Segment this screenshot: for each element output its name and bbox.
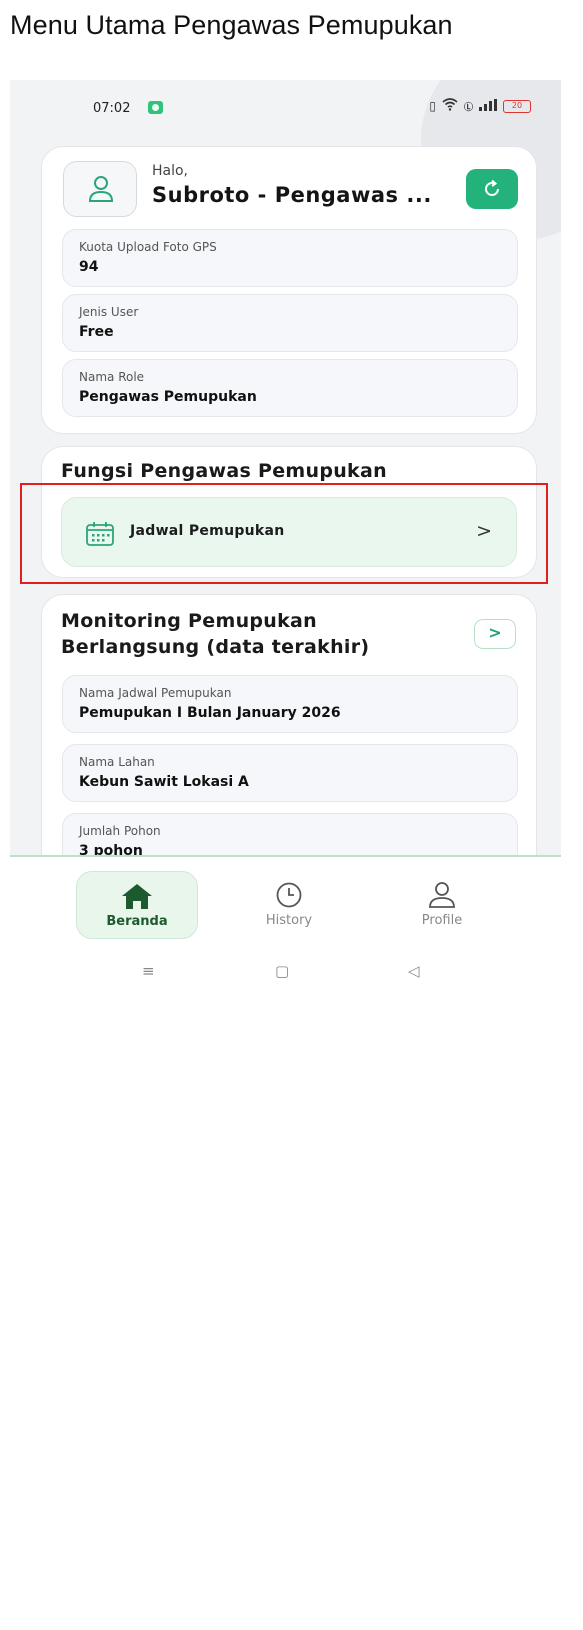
battery-icon: 20 [503, 99, 531, 113]
field-nama-jadwal: Nama Jadwal Pemupukan Pemupukan I Bulan … [62, 675, 518, 733]
status-time: 07:02 [93, 101, 131, 116]
nav-history[interactable]: History [228, 871, 350, 939]
field-value: Pemupukan I Bulan January 2026 [79, 705, 341, 721]
app-notification-icon [148, 101, 163, 114]
wifi-icon [442, 98, 458, 114]
field-nama-lahan: Nama Lahan Kebun Sawit Lokasi A [62, 744, 518, 802]
field-label: Jenis User [79, 305, 139, 319]
nav-profile[interactable]: Profile [381, 871, 503, 939]
back-icon[interactable]: ◁ [408, 962, 420, 980]
person-icon [429, 882, 455, 908]
refresh-button[interactable] [466, 169, 518, 209]
home-square-icon[interactable]: ▢ [275, 962, 289, 980]
field-nama-role: Nama Role Pengawas Pemupukan [62, 359, 518, 417]
nav-label: Profile [421, 913, 463, 928]
highlight-box [20, 483, 548, 584]
greeting-text: Halo, [152, 163, 189, 179]
home-icon [122, 884, 152, 909]
field-kuota: Kuota Upload Foto GPS 94 [62, 229, 518, 287]
volte-icon: Ⓛ [463, 102, 473, 113]
vibrate-icon: ▯ [429, 99, 436, 113]
bottom-navigation: Beranda History Profile ≡ ▢ ◁ [10, 855, 561, 1017]
field-label: Jumlah Pohon [79, 824, 161, 838]
field-label: Nama Role [79, 370, 145, 384]
field-jenis-user: Jenis User Free [62, 294, 518, 352]
monitoring-title-line1: Monitoring Pemupukan [61, 610, 318, 632]
status-bar: 07:02 ▯ Ⓛ 20 [10, 80, 561, 138]
monitoring-title-line2: Berlangsung (data terakhir) [61, 636, 370, 658]
field-label: Nama Lahan [79, 755, 155, 769]
fungsi-title: Fungsi Pengawas Pemupukan [61, 460, 387, 482]
avatar [63, 161, 137, 217]
monitoring-detail-button[interactable]: > [474, 619, 516, 649]
nav-label: History [265, 913, 313, 928]
clock-icon [276, 882, 302, 908]
user-info-card: Halo, Subroto - Pengawas ... Kuota Uploa… [41, 146, 537, 434]
field-label: Nama Jadwal Pemupukan [79, 686, 232, 700]
signal-icon [479, 98, 497, 114]
field-value: Free [79, 324, 114, 340]
nav-beranda[interactable]: Beranda [76, 871, 198, 939]
field-value: 94 [79, 259, 99, 275]
system-navigation-bar: ≡ ▢ ◁ [10, 962, 561, 986]
monitoring-card: Monitoring Pemupukan Berlangsung (data t… [41, 594, 537, 894]
person-icon [88, 176, 114, 202]
field-label: Kuota Upload Foto GPS [79, 240, 217, 254]
refresh-icon [485, 179, 499, 196]
nav-label: Beranda [106, 914, 168, 929]
user-name: Subroto - Pengawas ... [152, 183, 432, 207]
document-title: Menu Utama Pengawas Pemupukan [10, 10, 453, 40]
field-value: Pengawas Pemupukan [79, 389, 257, 405]
field-value: Kebun Sawit Lokasi A [79, 774, 249, 790]
menu-icon[interactable]: ≡ [142, 962, 155, 980]
